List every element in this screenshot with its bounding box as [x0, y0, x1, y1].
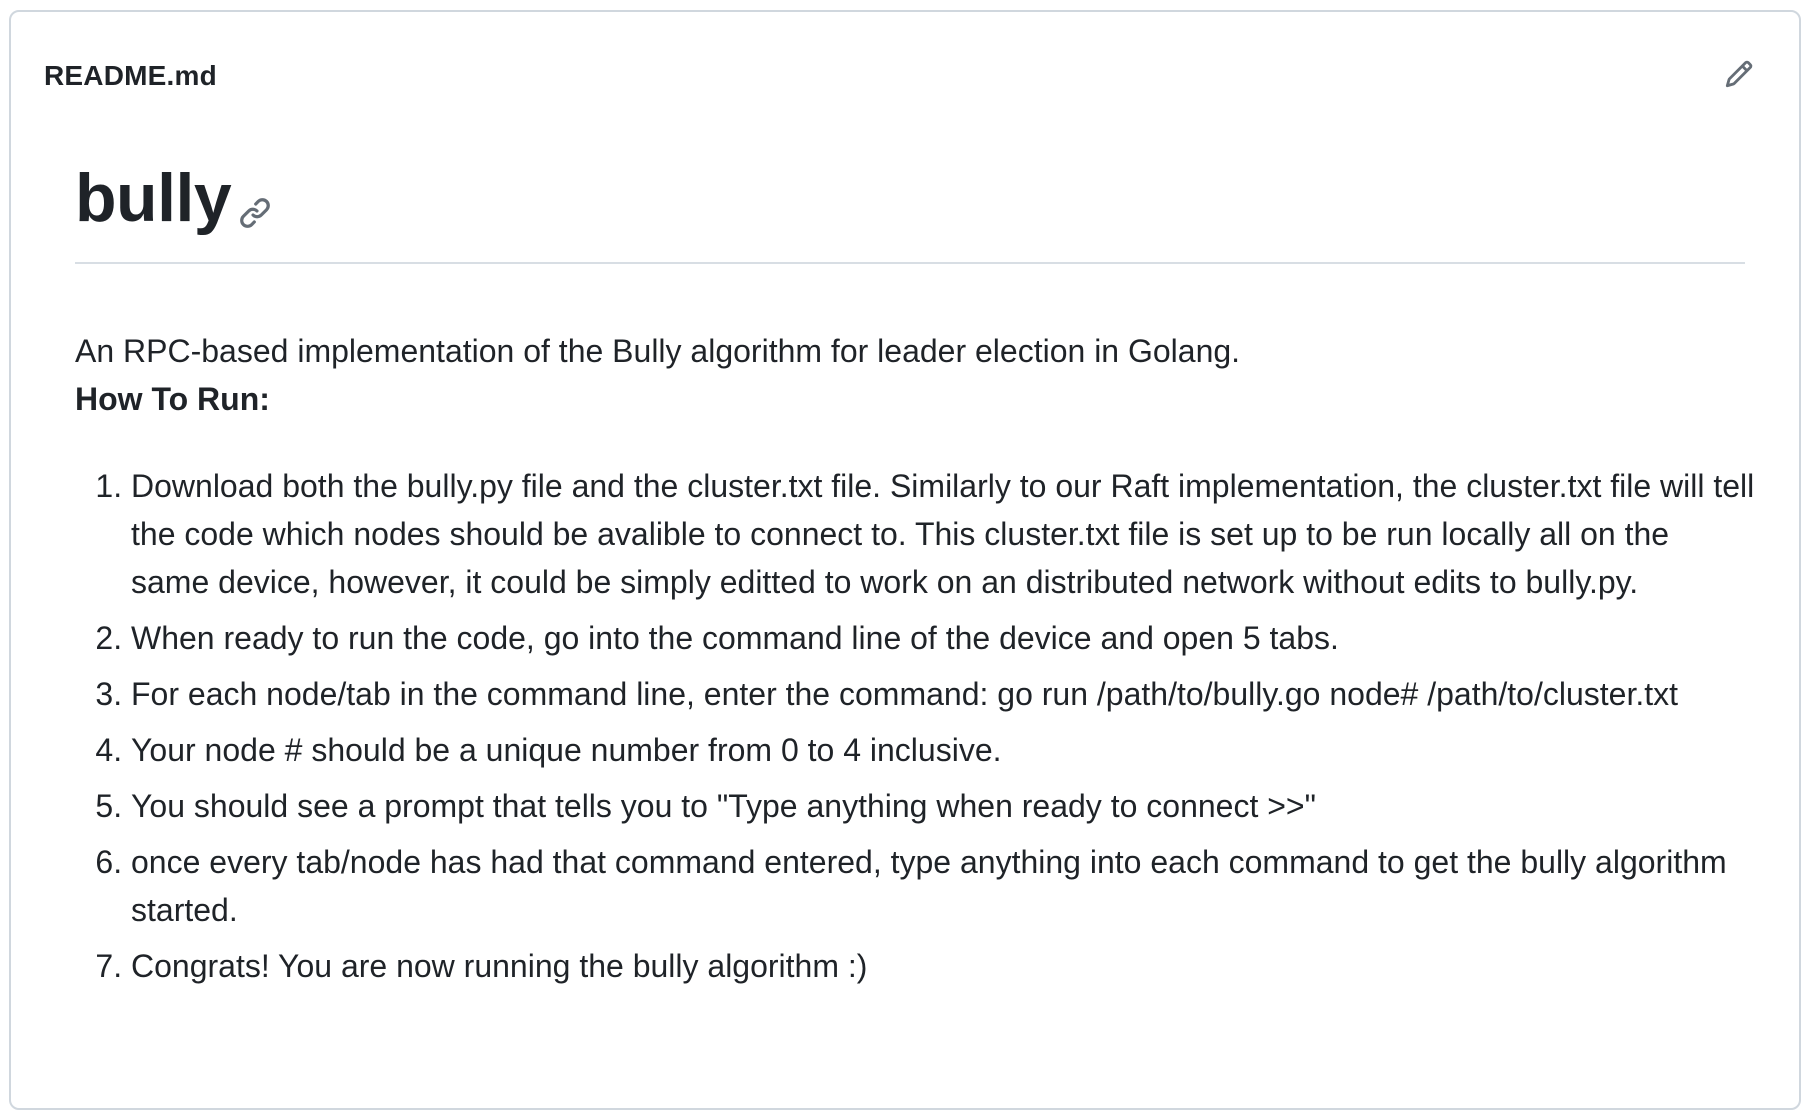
page-title: bully — [75, 160, 232, 236]
readme-header: README.md — [11, 12, 1799, 104]
pencil-icon — [1725, 60, 1753, 88]
list-item: Download both the bully.py file and the … — [131, 462, 1755, 606]
markdown-body: bully An RPC-based implementation of the… — [75, 104, 1754, 984]
edit-file-button[interactable] — [1719, 54, 1759, 94]
list-item: For each node/tab in the command line, e… — [131, 670, 1755, 718]
readme-container: README.md bully An RPC-based implementat… — [9, 10, 1801, 1110]
list-item: Congrats! You are now running the bully … — [131, 942, 1755, 990]
heading-row: bully — [75, 104, 1745, 264]
file-name: README.md — [44, 60, 217, 91]
how-to-run-heading: How To Run: — [75, 381, 270, 417]
heading-anchor-link[interactable] — [238, 196, 272, 230]
list-item: Your node # should be a unique number fr… — [131, 726, 1755, 774]
list-item: When ready to run the code, go into the … — [131, 614, 1755, 662]
steps-list: Download both the bully.py file and the … — [75, 462, 1755, 998]
list-item: You should see a prompt that tells you t… — [131, 782, 1755, 830]
link-icon — [240, 198, 270, 228]
intro-paragraph: An RPC-based implementation of the Bully… — [75, 333, 1241, 369]
list-item: once every tab/node has had that command… — [131, 838, 1755, 934]
